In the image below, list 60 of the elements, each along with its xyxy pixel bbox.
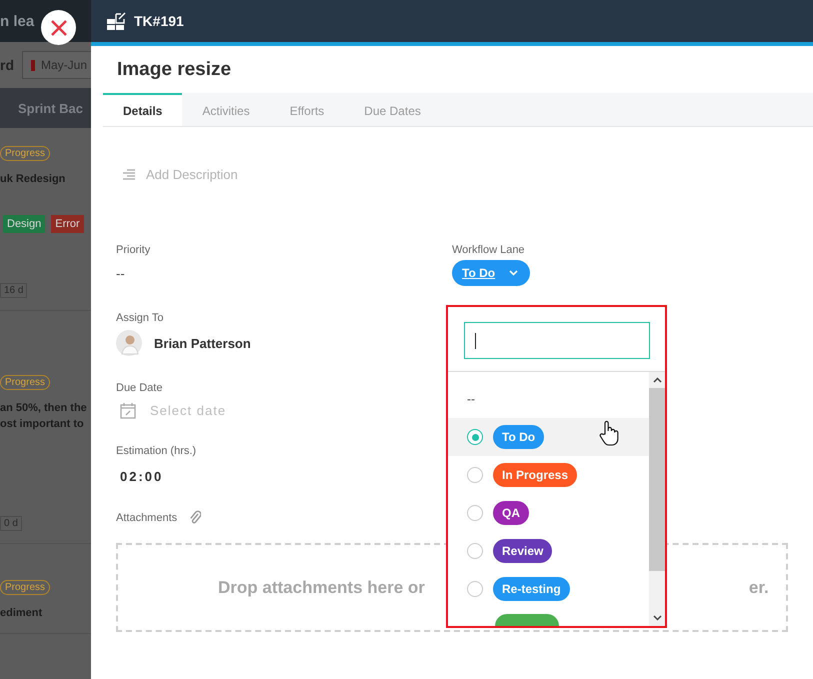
description-field[interactable]: Add Description — [146, 167, 238, 182]
chevron-up-icon[interactable] — [652, 377, 662, 383]
radio-button[interactable] — [467, 581, 483, 597]
status-pill[interactable]: Review — [493, 539, 552, 563]
chevron-down-icon[interactable] — [652, 615, 662, 621]
field-label: Workflow Lane — [452, 244, 525, 256]
scrollbar[interactable] — [649, 372, 665, 626]
card-title: uk Redesign — [0, 172, 66, 187]
close-icon — [50, 18, 68, 36]
field-label: Attachments — [116, 512, 178, 524]
card-title: ediment — [0, 606, 42, 621]
dropdown-option[interactable]: In Progress — [448, 456, 649, 494]
drop-text: Drop attachments here or — [218, 578, 425, 598]
status-pill[interactable]: In Progress — [493, 463, 578, 487]
date-field[interactable]: Select date — [150, 403, 226, 418]
dropdown-option[interactable]: To Do — [448, 418, 649, 456]
dropdown-option[interactable]: -- — [448, 380, 649, 418]
chevron-down-icon — [509, 270, 518, 276]
dropdown-option[interactable]: QA — [448, 494, 649, 532]
paperclip-icon[interactable] — [189, 510, 202, 525]
status-badge: Progress — [0, 375, 50, 390]
field-label: Estimation (hrs.) — [116, 445, 196, 457]
tag-label: Error — [51, 215, 84, 233]
estimation-value[interactable]: 02:00 — [120, 469, 164, 484]
field-label: Priority — [116, 244, 150, 256]
filter-label: rd — [0, 57, 14, 73]
status-badge: Progress — [0, 146, 50, 161]
tag-label: Design — [3, 215, 46, 233]
assignee-name[interactable]: Brian Patterson — [154, 336, 251, 350]
task-icon — [106, 11, 126, 31]
board-title: n lea — [0, 12, 34, 30]
status-pill[interactable]: Re-testing — [493, 577, 570, 601]
radio-button[interactable] — [467, 467, 483, 483]
dropdown-option[interactable]: Review — [448, 532, 649, 570]
tab[interactable]: Due Dates — [344, 93, 441, 126]
task-title: Image resize — [117, 58, 232, 80]
field-label: Assign To — [116, 312, 164, 324]
radio-button[interactable] — [467, 543, 483, 559]
tab[interactable]: Efforts — [270, 93, 344, 126]
hand-pointer-icon — [598, 420, 620, 446]
option-label[interactable]: -- — [467, 392, 475, 406]
text-lines-icon — [122, 168, 136, 180]
status-pill[interactable]: QA — [493, 501, 529, 525]
calendar-icon — [120, 402, 136, 419]
workflow-lane-button[interactable]: To Do — [452, 260, 530, 286]
status-badge: Progress — [0, 580, 50, 595]
tab[interactable]: Activities — [182, 93, 270, 126]
drop-text: er. — [748, 578, 769, 598]
priority-value[interactable]: -- — [116, 266, 125, 281]
card-title: ost important to — [0, 417, 85, 432]
field-label: Due Date — [116, 382, 162, 394]
tab[interactable]: Details — [103, 93, 182, 126]
card-title: an 50%, then the — [0, 401, 87, 416]
avatar — [116, 330, 142, 356]
status-pill[interactable]: To Do — [493, 425, 544, 449]
radio-button[interactable] — [467, 505, 483, 521]
dropdown-option[interactable]: Re-testing — [448, 570, 649, 608]
search-field[interactable] — [464, 322, 650, 359]
radio-button[interactable] — [467, 429, 483, 445]
task-id: TK#191 — [134, 13, 184, 29]
